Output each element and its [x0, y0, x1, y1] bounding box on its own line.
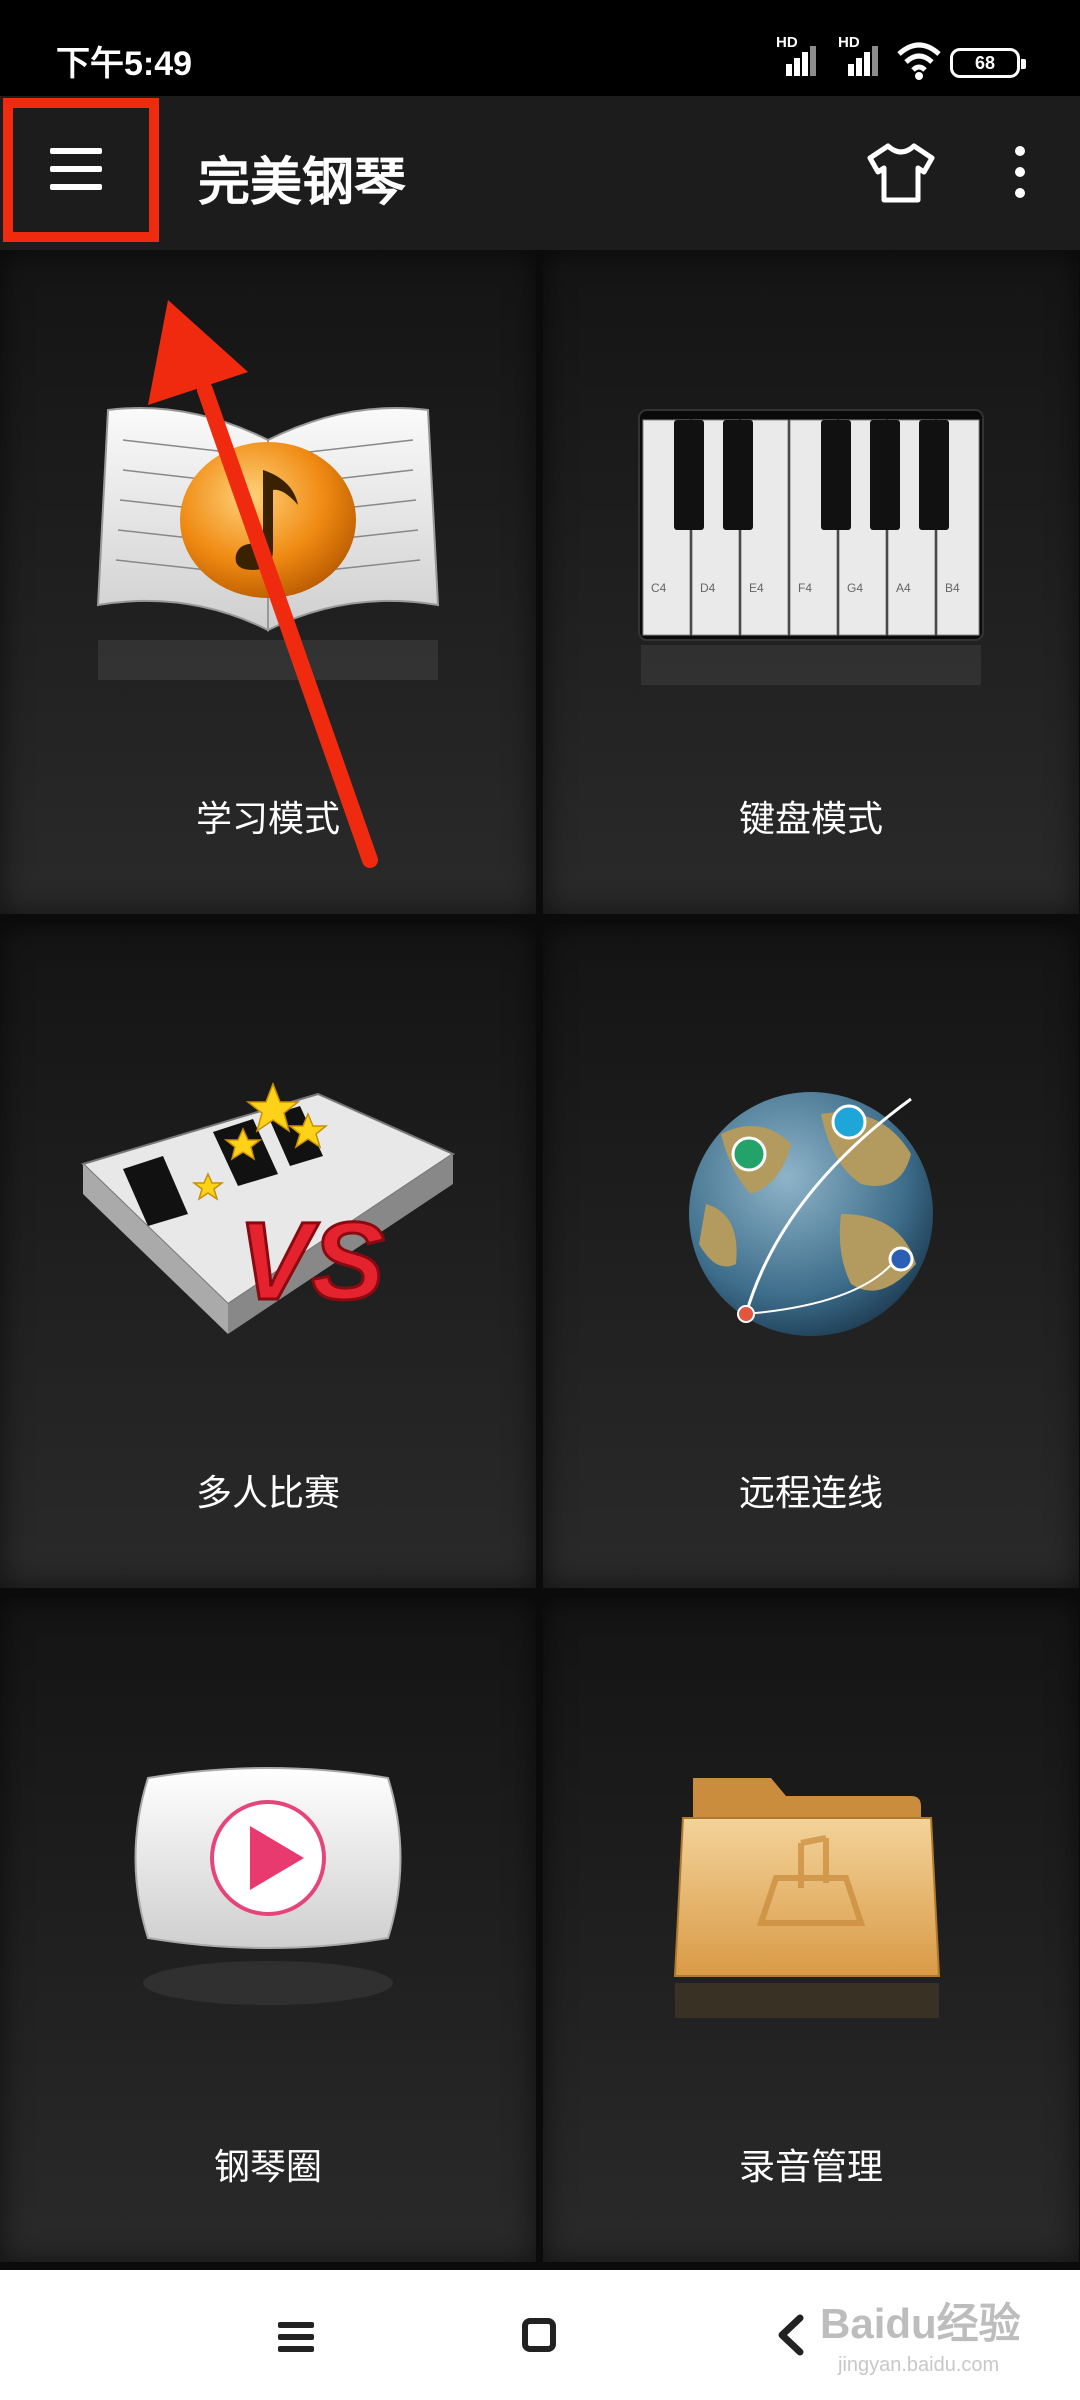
status-time: 下午5:49 — [56, 45, 193, 83]
menu-icon — [50, 148, 102, 154]
watermark-url: jingyan.baidu.com — [838, 2354, 1000, 2376]
tile-label: 录音管理 — [738, 2147, 883, 2188]
page-title: 完美钢琴 — [198, 153, 407, 213]
signal-icon-2: HD — [838, 34, 884, 76]
navigation-bar: Baidu经验 jingyan.baidu.com — [0, 2270, 1080, 2400]
signal-icon: HD — [776, 34, 822, 76]
tile-label: 多人比赛 — [195, 1473, 340, 1514]
recent-apps-icon[interactable] — [278, 2322, 314, 2352]
tile-recording-manager[interactable]: 录音管理 — [543, 1598, 1079, 2262]
more-vert-icon — [1015, 146, 1025, 156]
tile-learn-mode[interactable]: 学习模式 — [0, 250, 536, 914]
key-label: F4 — [798, 581, 812, 595]
status-bar: 下午5:49 HD HD 68 — [0, 0, 1080, 96]
key-label: C4 — [651, 581, 667, 595]
wifi-icon — [897, 42, 941, 80]
sheet-music-book-icon — [96, 407, 440, 680]
home-icon[interactable] — [522, 2318, 556, 2352]
vs-piano-icon: VS — [81, 1081, 456, 1334]
tile-keyboard-mode[interactable]: C4 D4 E4 F4 G4 A4 B4 键盘模式 — [543, 250, 1079, 914]
key-label: B4 — [945, 581, 960, 595]
key-label: D4 — [700, 581, 716, 595]
more-options-button[interactable] — [995, 140, 1045, 206]
tile-multiplayer[interactable]: VS 多人比赛 — [0, 924, 536, 1588]
vs-badge: VS — [238, 1200, 385, 1323]
key-label: A4 — [896, 581, 911, 595]
key-label: E4 — [749, 581, 764, 595]
piano-keyboard-icon: C4 D4 E4 F4 G4 A4 B4 — [638, 409, 984, 685]
battery-icon: 68 — [950, 48, 1026, 78]
tile-remote-connect[interactable]: 远程连线 — [543, 924, 1079, 1588]
globe-network-icon — [689, 1092, 933, 1336]
key-label: G4 — [847, 581, 863, 595]
tshirt-icon[interactable] — [866, 140, 936, 206]
play-button-icon — [134, 1767, 402, 2005]
back-icon[interactable] — [770, 2312, 810, 2358]
tile-label: 学习模式 — [195, 799, 340, 840]
watermark: Baidu经验 — [820, 2300, 1021, 2347]
app-bar: 完美钢琴 — [0, 96, 1080, 250]
tile-label: 键盘模式 — [738, 799, 883, 840]
tile-label: 钢琴圈 — [213, 2147, 322, 2188]
tile-piano-circle[interactable]: 钢琴圈 — [0, 1598, 536, 2262]
menu-button[interactable] — [20, 136, 120, 216]
tile-label: 远程连线 — [738, 1473, 883, 1514]
music-folder-icon — [673, 1778, 941, 2018]
